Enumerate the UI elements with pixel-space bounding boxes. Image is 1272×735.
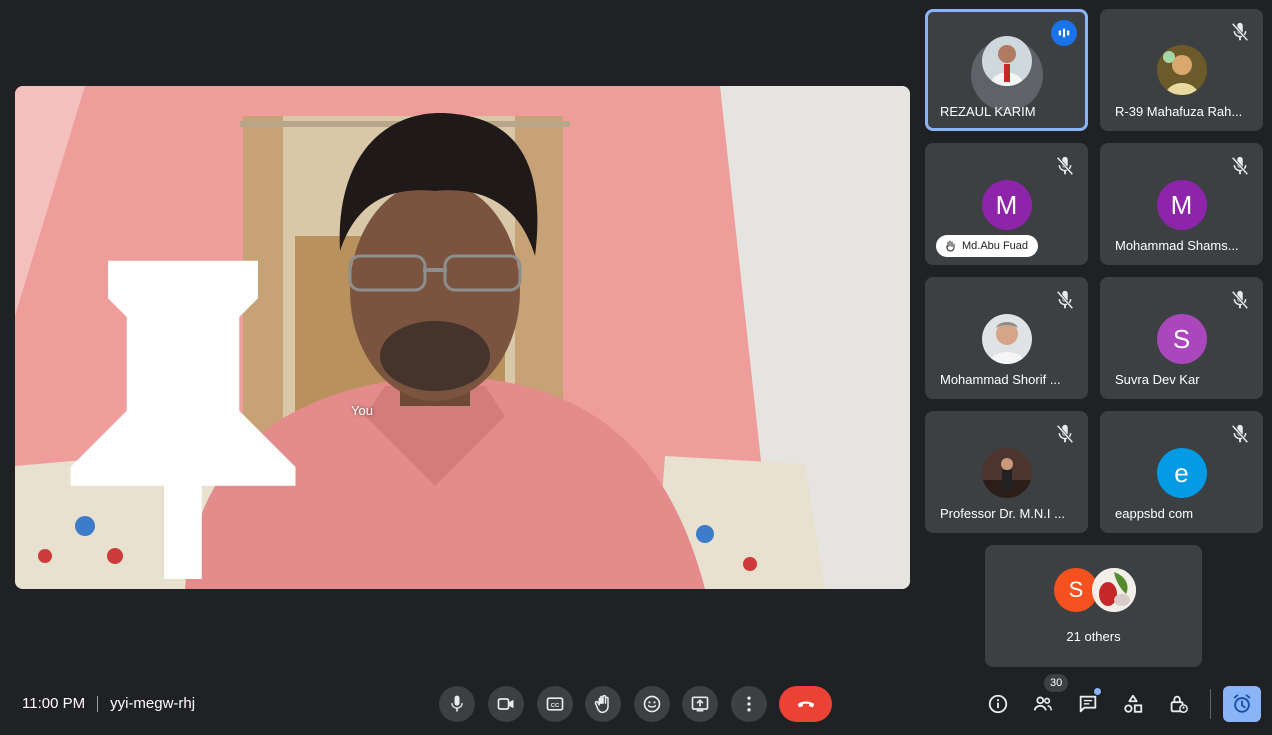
avatar-initial: M — [1170, 189, 1193, 220]
others-avatars: S — [1054, 568, 1140, 612]
avatar-initial: S — [1068, 577, 1084, 602]
others-label: 21 others — [1066, 629, 1121, 644]
mic-off-icon — [1229, 289, 1251, 311]
raise-hand-icon — [594, 694, 609, 714]
avatar — [981, 448, 1032, 498]
host-controls-button[interactable] — [1166, 692, 1190, 716]
avatar-initial: S — [1172, 323, 1191, 354]
avatar — [1092, 568, 1136, 612]
people-count-badge: 30 — [1044, 674, 1069, 692]
self-video-label: You — [33, 242, 373, 579]
people-icon — [1033, 696, 1053, 711]
present-icon — [691, 696, 709, 712]
lock-person-icon — [1170, 695, 1188, 713]
raise-hand-icon — [946, 240, 955, 252]
chat-icon — [1079, 695, 1097, 713]
participant-name: Mohammad Shams... — [1115, 238, 1239, 253]
participant-tile[interactable]: e eappsbd com — [1100, 411, 1263, 533]
mic-off-icon — [1229, 21, 1251, 43]
participant-name: R-39 Mahafuza Rah... — [1115, 104, 1243, 119]
end-call-icon — [797, 701, 814, 708]
avatar — [981, 36, 1032, 86]
avatar: M — [1156, 180, 1207, 230]
avatar: e — [1156, 448, 1207, 498]
end-call-button[interactable] — [779, 686, 832, 722]
participant-name: Md.Abu Fuad — [962, 240, 1029, 252]
participant-tile[interactable]: M Md.Abu Fuad — [925, 143, 1088, 265]
activities-button[interactable] — [1121, 692, 1145, 716]
microphone-icon — [451, 695, 463, 712]
avatar — [1156, 45, 1207, 95]
people-button[interactable] — [1031, 692, 1055, 716]
mic-off-icon — [1229, 423, 1251, 445]
avatar: S — [1156, 314, 1207, 364]
raise-hand-button[interactable] — [585, 686, 621, 722]
raised-hand-badge: Md.Abu Fuad — [936, 235, 1039, 257]
divider — [1210, 689, 1211, 719]
activities-icon — [1124, 694, 1143, 713]
avatar-initial: e — [1174, 457, 1189, 488]
meeting-details-button[interactable] — [986, 692, 1010, 716]
timer-button[interactable] — [1223, 686, 1261, 722]
present-button[interactable] — [682, 686, 718, 722]
camera-icon — [497, 698, 514, 710]
participant-tile[interactable]: Mohammad Shorif ... — [925, 277, 1088, 399]
participant-tile[interactable]: REZAUL KARIM — [925, 9, 1088, 131]
participant-tile[interactable]: R-39 Mahafuza Rah... — [1100, 9, 1263, 131]
mic-off-icon — [1054, 423, 1076, 445]
divider — [97, 695, 99, 712]
svg-text:CC: CC — [551, 703, 560, 709]
participant-name: REZAUL KARIM — [940, 104, 1036, 119]
pin-icon[interactable] — [33, 242, 333, 579]
more-options-button[interactable] — [731, 686, 767, 722]
meeting-time: 11:00 PM — [22, 695, 86, 712]
microphone-button[interactable] — [439, 686, 475, 722]
participant-name: Professor Dr. M.N.I ... — [940, 506, 1065, 521]
speaking-indicator-icon — [1051, 20, 1077, 46]
more-icon — [747, 696, 751, 712]
emoji-button[interactable] — [634, 686, 670, 722]
mic-off-icon — [1054, 289, 1076, 311]
participant-name: Suvra Dev Kar — [1115, 372, 1200, 387]
participant-tile[interactable]: S Suvra Dev Kar — [1100, 277, 1263, 399]
others-tile[interactable]: S 21 others — [985, 545, 1202, 667]
captions-icon: CC — [546, 697, 564, 711]
chat-button[interactable] — [1076, 692, 1100, 716]
mic-off-icon — [1054, 155, 1076, 177]
avatar: M — [981, 180, 1032, 230]
avatar-initial: M — [995, 189, 1018, 220]
info-icon — [988, 694, 1008, 714]
mic-off-icon — [1229, 155, 1251, 177]
captions-button[interactable]: CC — [537, 686, 573, 722]
emoji-icon — [643, 695, 661, 713]
participant-tile[interactable]: M Mohammad Shams... — [1100, 143, 1263, 265]
self-name: You — [351, 402, 373, 418]
participant-name: eappsbd com — [1115, 506, 1194, 521]
avatar — [981, 314, 1032, 364]
participant-tile[interactable]: Professor Dr. M.N.I ... — [925, 411, 1088, 533]
camera-button[interactable] — [488, 686, 524, 722]
participant-name: Mohammad Shorif ... — [940, 372, 1061, 387]
self-video[interactable]: You — [15, 86, 910, 589]
meeting-info: 11:00 PM yyi-megw-rhj — [22, 695, 195, 712]
chat-notification-dot — [1094, 688, 1101, 695]
meeting-code: yyi-megw-rhj — [110, 695, 196, 712]
alarm-icon — [1233, 694, 1251, 713]
